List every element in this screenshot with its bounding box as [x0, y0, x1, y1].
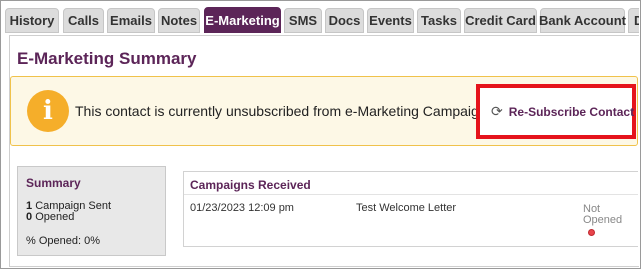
- tab-events[interactable]: Events: [367, 8, 414, 33]
- summary-percent-opened: % Opened: 0%: [26, 235, 100, 247]
- tab-overflow[interactable]: D: [628, 8, 639, 33]
- tab-e-marketing[interactable]: E-Marketing: [204, 7, 281, 33]
- tab-emails[interactable]: Emails: [107, 8, 155, 33]
- tab-tasks[interactable]: Tasks: [417, 8, 461, 33]
- campaigns-divider: [184, 194, 638, 195]
- campaign-name[interactable]: Test Welcome Letter: [356, 202, 456, 214]
- tab-notes[interactable]: Notes: [158, 8, 200, 33]
- opened-count: 0: [26, 211, 33, 223]
- summary-opened: 0 Opened: [26, 211, 74, 223]
- tab-bank-account[interactable]: Bank Account: [539, 8, 626, 33]
- tab-sms[interactable]: SMS: [284, 8, 322, 33]
- resubscribe-contact-button[interactable]: ⟳ Re-Subscribe Contact: [483, 93, 634, 130]
- refresh-icon: ⟳: [491, 103, 503, 119]
- tab-docs[interactable]: Docs: [325, 8, 364, 33]
- summary-title: Summary: [26, 176, 81, 190]
- tab-history[interactable]: History: [5, 8, 59, 33]
- campaign-date: 01/23/2023 12:09 pm: [190, 202, 294, 214]
- alert-message: This contact is currently unsubscribed f…: [75, 103, 494, 119]
- not-opened-dot-icon: [588, 229, 595, 236]
- tab-credit-card[interactable]: Credit Card: [464, 8, 537, 33]
- campaigns-received-title: Campaigns Received: [190, 178, 311, 192]
- tab-bar: History Calls Emails Notes E-Marketing S…: [1, 1, 639, 35]
- page-title: E-Marketing Summary: [17, 49, 197, 68]
- info-icon: i: [27, 90, 69, 132]
- tab-calls[interactable]: Calls: [63, 8, 104, 33]
- opened-label: Opened: [35, 211, 75, 223]
- resubscribe-button-label: Re-Subscribe Contact: [508, 104, 635, 119]
- campaign-status-line2: Opened: [583, 214, 623, 226]
